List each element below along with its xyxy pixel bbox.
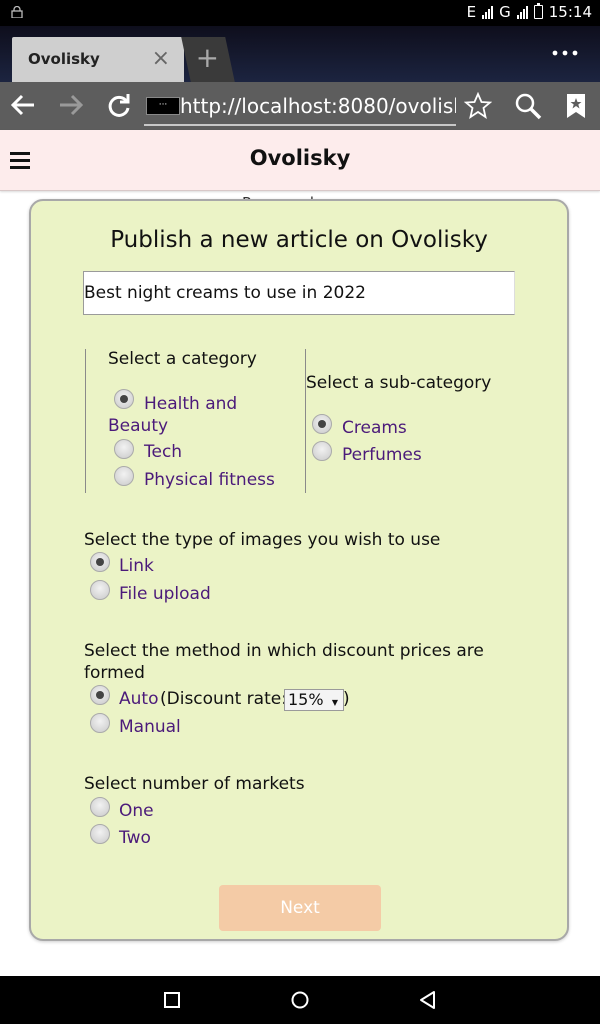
system-navigation-bar <box>0 976 600 1024</box>
category-radio-physical-fitness[interactable] <box>114 466 134 486</box>
tab-title: Ovolisky <box>28 50 100 68</box>
markets-option-two[interactable]: Two <box>119 828 151 848</box>
back-triangle-icon[interactable] <box>418 990 438 1010</box>
signal-icon-2 <box>516 5 528 19</box>
markets-option-one[interactable]: One <box>119 801 154 821</box>
site-title: Ovolisky <box>249 146 351 170</box>
search-icon[interactable] <box>514 92 542 120</box>
discount-rate-select[interactable]: 15% ▼ <box>284 689 344 711</box>
lock-icon <box>11 6 23 18</box>
new-tab-button[interactable]: + <box>181 37 235 82</box>
address-bar: ··· http://localhost:8080/ovolisk <box>0 82 600 130</box>
subcategory-option-perfumes[interactable]: Perfumes <box>342 445 422 465</box>
subcategory-option-creams[interactable]: Creams <box>342 418 407 438</box>
browser-tab[interactable]: Ovolisky × <box>12 37 184 82</box>
image-type-option-link[interactable]: Link <box>119 556 154 576</box>
discount-rate-label: (Discount rate: <box>160 689 287 709</box>
discount-option-manual[interactable]: Manual <box>119 717 181 737</box>
discount-method-question: Select the method in which discount pric… <box>84 641 484 683</box>
url-text: http://localhost:8080/ovolisk <box>180 94 456 118</box>
markets-radio-two[interactable] <box>90 824 110 844</box>
forward-arrow-icon[interactable] <box>56 90 86 120</box>
more-options-icon[interactable] <box>552 50 578 56</box>
discount-rate-close-paren: ) <box>343 689 350 709</box>
subcategory-radio-perfumes[interactable] <box>312 441 332 461</box>
dropdown-arrow-icon: ▼ <box>331 698 338 707</box>
browser-tab-bar: Ovolisky × + <box>0 26 600 82</box>
subcategory-fieldset: Select a sub-category Creams Perfumes <box>305 349 526 493</box>
back-arrow-icon[interactable] <box>8 90 38 120</box>
status-bar: E G 15:14 <box>0 0 600 26</box>
category-option-physical-fitness[interactable]: Physical fitness <box>144 470 275 490</box>
category-legend: Select a category <box>108 349 257 369</box>
discount-radio-auto[interactable] <box>90 685 110 705</box>
battery-icon <box>533 3 543 19</box>
markets-radio-one[interactable] <box>90 797 110 817</box>
recent-apps-icon[interactable] <box>162 990 182 1010</box>
star-bookmark-icon[interactable] <box>464 92 492 120</box>
close-tab-icon[interactable]: × <box>152 46 170 71</box>
discount-rate-value: 15% <box>288 690 324 709</box>
image-type-question: Select the type of images you wish to us… <box>84 530 441 550</box>
category-option-health-beauty[interactable]: Health and Beauty <box>108 393 288 437</box>
discount-radio-manual[interactable] <box>90 713 110 733</box>
subcategory-legend: Select a sub-category <box>306 373 492 393</box>
network-type-label-2: G <box>499 3 511 21</box>
home-icon[interactable] <box>290 990 310 1010</box>
network-type-label: E <box>466 3 477 21</box>
image-type-radio-file-upload[interactable] <box>90 580 110 600</box>
status-indicators: E G 15:14 <box>467 3 592 21</box>
subcategory-radio-creams[interactable] <box>312 414 332 434</box>
clock: 15:14 <box>548 3 592 21</box>
markets-question: Select number of markets <box>84 774 305 794</box>
article-title-input[interactable] <box>83 271 515 315</box>
url-field[interactable]: ··· http://localhost:8080/ovolisk <box>144 90 456 126</box>
image-type-radio-link[interactable] <box>90 552 110 572</box>
discount-option-auto[interactable]: Auto <box>119 689 158 709</box>
signal-icon <box>482 5 494 19</box>
image-type-option-file-upload[interactable]: File upload <box>119 584 211 604</box>
category-fieldset: Select a category Health and Beauty Tech… <box>85 349 306 493</box>
plus-icon: + <box>195 41 220 74</box>
category-option-tech[interactable]: Tech <box>144 442 182 462</box>
site-header: Ovolisky <box>0 130 600 191</box>
next-button[interactable]: Next <box>219 885 381 931</box>
publish-article-form: Publish a new article on Ovolisky Select… <box>29 199 569 941</box>
site-info-icon[interactable]: ··· <box>146 97 180 115</box>
category-radio-tech[interactable] <box>114 439 134 459</box>
reload-icon[interactable] <box>104 90 134 120</box>
form-heading: Publish a new article on Ovolisky <box>110 227 488 253</box>
bookmarks-icon[interactable] <box>562 92 590 120</box>
